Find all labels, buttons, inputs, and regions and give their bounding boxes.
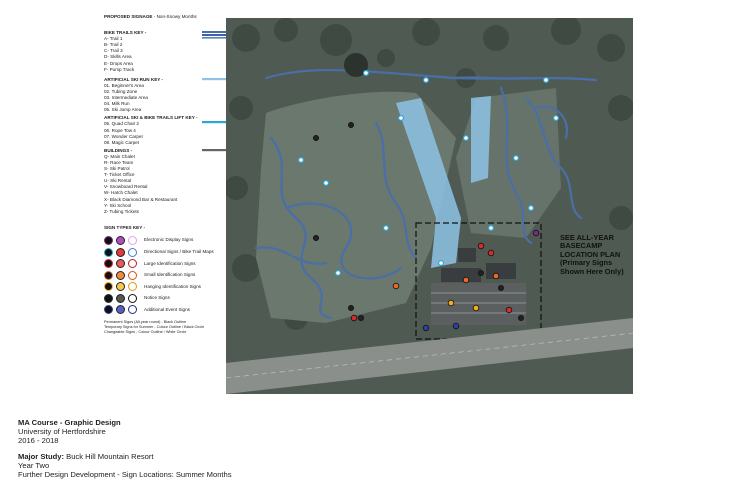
buildings-key-heading-text: BUILDINGS - xyxy=(104,147,133,153)
major-study-label: Major Study: xyxy=(18,451,64,461)
major-study-value: Buck Hill Mountain Resort xyxy=(66,451,154,461)
buildings-key-swatch xyxy=(202,148,228,151)
sign-types-heading: SIGN TYPES KEY - xyxy=(104,225,224,231)
legend-title: PROPOSED SIGNAGE - Non-Snowy Months xyxy=(104,14,224,20)
sign-type-label: Additional Event Signs xyxy=(144,306,190,312)
bike-key-item: F- Pump Track xyxy=(104,66,135,72)
resort-site-map[interactable] xyxy=(226,18,633,394)
notice-sign-icon xyxy=(104,293,113,303)
buildings-key-heading: BUILDINGS - xyxy=(104,147,228,154)
hanging-sign-icon xyxy=(116,282,125,292)
signage-legend: PROPOSED SIGNAGE - Non-Snowy Months BIKE… xyxy=(104,14,228,335)
lift-key-swatch xyxy=(202,121,228,124)
directional-sign-icon xyxy=(128,247,137,257)
sign-outline-notes: Permanent Signs (All-year round) - Black… xyxy=(104,320,224,335)
small-id-sign-icon xyxy=(116,270,125,280)
hanging-sign-icon xyxy=(104,282,113,292)
sign-type-row: Directional Signs / Bike Trail Maps xyxy=(104,247,224,259)
bike-key-list: A- Trail 1 B- Trail 2 C- Trail 3 D- Skil… xyxy=(104,36,224,73)
sign-type-row: Hanging Identification Signs xyxy=(104,281,224,293)
small-id-sign-icon xyxy=(104,270,113,280)
notice-sign-icon xyxy=(128,293,137,303)
sign-type-row: Large Identification Signs xyxy=(104,258,224,270)
large-id-sign-icon xyxy=(116,259,125,269)
ski-key-item: 05. Ski Jump Area xyxy=(104,107,142,113)
sign-types-list: Electronic Display Signs Directional Sig… xyxy=(104,235,224,316)
major-study: Major Study: Buck Hill Mountain Resort xyxy=(18,452,232,461)
sign-type-label: Large Identification Signs xyxy=(144,260,196,266)
sign-type-label: Directional Signs / Bike Trail Maps xyxy=(144,249,214,254)
bike-key-heading-text: BIKE TRAILS KEY - xyxy=(104,30,147,36)
event-sign-icon xyxy=(128,305,137,315)
large-id-sign-icon xyxy=(104,259,113,269)
course-years: 2016 - 2018 xyxy=(18,436,59,446)
lift-key-item: 08. Magic Carpet xyxy=(104,139,139,145)
sign-type-label: Electronic Display Signs xyxy=(144,237,194,243)
building-key-item: Z- Tubing Tickets xyxy=(104,208,139,214)
bike-key-swatch xyxy=(202,31,228,39)
event-sign-icon xyxy=(104,305,113,315)
sign-type-label: Notice Signs xyxy=(144,295,170,301)
sign-type-row: Additional Event Signs xyxy=(104,304,224,316)
ski-key-list: 01. Beginner's Area 02. Tubing Zone 03. … xyxy=(104,83,224,113)
sign-type-row: Notice Signs xyxy=(104,293,224,305)
sign-types-heading-text: SIGN TYPES KEY - xyxy=(104,224,146,230)
project-footer: MA Course - Graphic Design University of… xyxy=(18,418,232,479)
sign-type-row: Small Identification Signs xyxy=(104,270,224,282)
lift-key-heading: ARTIFICIAL SKI & BIKE TRAILS LIFT KEY - xyxy=(104,115,228,124)
electronic-sign-icon xyxy=(104,235,113,245)
electronic-sign-icon xyxy=(116,235,125,245)
small-id-sign-icon xyxy=(128,270,137,280)
lift-key-list: 05. Quad Chair 2 06. Rope Tow 4 07. Wond… xyxy=(104,121,224,145)
electronic-sign-icon xyxy=(128,235,137,245)
legend-title-text: PROPOSED SIGNAGE xyxy=(104,14,153,19)
site-map-graphic xyxy=(226,18,633,394)
lift-key-heading-text: ARTIFICIAL SKI & BIKE TRAILS LIFT KEY - xyxy=(104,115,198,121)
large-id-sign-icon xyxy=(128,259,137,269)
ski-key-swatch xyxy=(202,77,228,80)
callout-line: Shown Here Only) xyxy=(560,266,624,276)
basecamp-callout: SEE ALL-YEAR BASECAMP LOCATION PLAN (Pri… xyxy=(560,233,624,276)
note-line: Changeable Signs - Colour Outline / Whit… xyxy=(104,330,187,335)
year-label: Year Two xyxy=(18,460,50,470)
development-label: Further Design Development - Sign Locati… xyxy=(18,470,232,480)
event-sign-icon xyxy=(116,305,125,315)
notice-sign-icon xyxy=(116,293,125,303)
buildings-key-list: Q- Main Chalet R- Race Team S- Ski Patro… xyxy=(104,154,224,215)
hanging-sign-icon xyxy=(128,282,137,292)
directional-sign-icon xyxy=(116,247,125,257)
course-title: MA Course - Graphic Design xyxy=(18,418,121,427)
sign-type-label: Small Identification Signs xyxy=(144,272,196,278)
ski-key-heading: ARTIFICIAL SKI RUN KEY - xyxy=(104,76,228,83)
sign-type-label: Hanging Identification Signs xyxy=(144,283,201,289)
bike-key-heading: BIKE TRAILS KEY - xyxy=(104,30,228,39)
sign-type-row: Electronic Display Signs xyxy=(104,235,224,247)
legend-subtitle: - Non-Snowy Months xyxy=(153,14,197,19)
ski-key-heading-text: ARTIFICIAL SKI RUN KEY - xyxy=(104,76,164,82)
university-name: University of Hertfordshire xyxy=(18,427,106,437)
directional-sign-icon xyxy=(104,247,113,257)
